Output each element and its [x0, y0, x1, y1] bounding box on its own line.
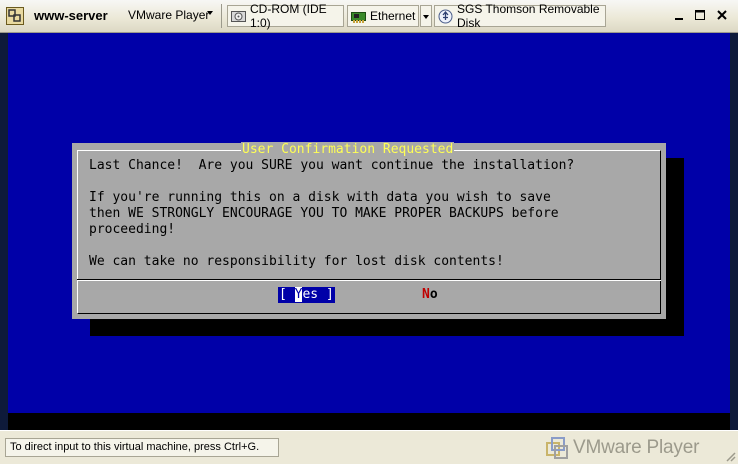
dialog-line-3: If you're running this on a disk with da…	[89, 190, 551, 205]
resize-grip-icon[interactable]	[724, 450, 736, 462]
confirmation-dialog: User Confirmation Requested Last Chance!…	[72, 142, 666, 319]
device-ethernet-label: Ethernet	[370, 9, 416, 23]
vmware-app-icon[interactable]	[6, 7, 24, 25]
yes-button[interactable]: [ Yes ]	[278, 287, 335, 303]
cdrom-icon	[231, 10, 246, 22]
vmware-player-menu[interactable]: VMware Player	[128, 8, 209, 22]
dialog-line-7: We can take no responsibility for lost d…	[89, 254, 504, 269]
input-hint-text: To direct input to this virtual machine,…	[5, 438, 279, 457]
dialog-line-4: then WE STRONGLY ENCOURAGE YOU TO MAKE P…	[89, 206, 559, 221]
vmware-player-brand: VMware Player	[546, 437, 699, 459]
usb-device-icon	[438, 9, 453, 23]
brand-text: VMware Player	[573, 437, 700, 458]
ethernet-dropdown-button[interactable]	[420, 5, 432, 27]
dialog-line-1: Last Chance! Are you SURE you want conti…	[89, 158, 575, 173]
title-toolbar: www-server VMware Player CD-ROM (IDE 1:0…	[0, 0, 738, 33]
dialog-line-5: proceeding!	[89, 222, 176, 237]
no-button[interactable]: No	[422, 287, 438, 303]
device-cdrom[interactable]: CD-ROM (IDE 1:0)	[227, 2, 344, 30]
network-adapter-icon	[351, 11, 366, 23]
device-usb-removable-disk[interactable]: SGS Thomson Removable Disk	[434, 2, 606, 30]
dialog-divider	[77, 279, 661, 281]
toolbar-separator	[221, 4, 222, 28]
device-usb-label: SGS Thomson Removable Disk	[457, 2, 600, 30]
no-button-rest: o	[429, 287, 438, 302]
minimize-icon[interactable]	[671, 7, 687, 23]
status-bar: To direct input to this virtual machine,…	[0, 430, 738, 464]
device-ethernet[interactable]: Ethernet	[347, 5, 419, 27]
console-bottom-strip	[8, 413, 730, 430]
maximize-icon[interactable]	[692, 7, 708, 23]
dialog-title: User Confirmation Requested	[241, 142, 455, 158]
vm-name-title: www-server	[34, 8, 108, 23]
yes-button-rest: es ]	[302, 287, 334, 302]
chevron-down-icon[interactable]	[207, 11, 213, 15]
no-button-hotkey: N	[422, 287, 430, 302]
device-cdrom-label: CD-ROM (IDE 1:0)	[250, 2, 327, 30]
close-icon[interactable]	[714, 7, 730, 23]
yes-button-prefix: [	[279, 287, 295, 302]
vmware-logo-icon	[546, 437, 568, 459]
